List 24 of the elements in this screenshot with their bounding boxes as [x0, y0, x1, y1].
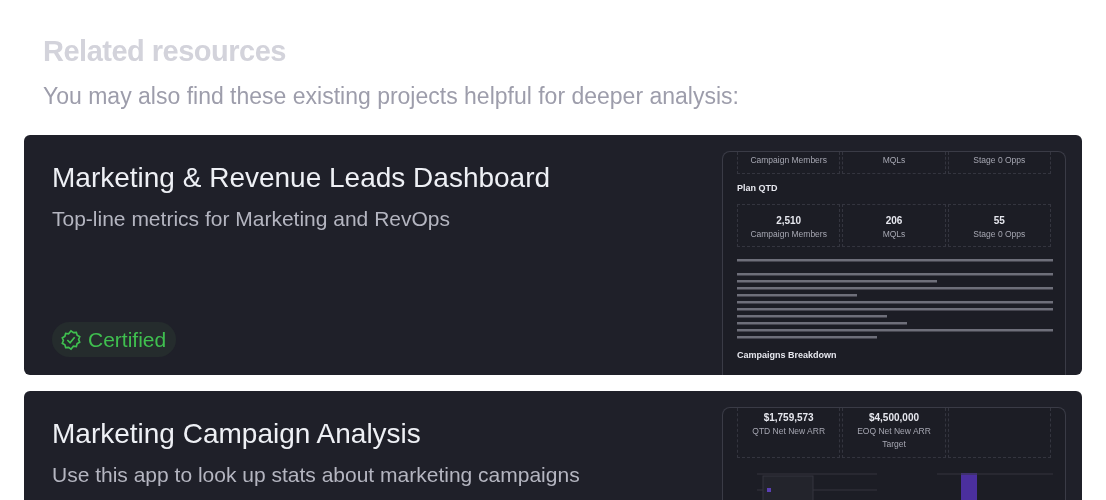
resource-title: Marketing Campaign Analysis [52, 417, 422, 451]
metric-value: $4,500,000 [867, 411, 920, 426]
metric-value: 55 [992, 213, 1006, 228]
metric-value: 2,510 [775, 213, 803, 228]
metric-label: MQLs [881, 154, 907, 168]
resource-description: Top-line metrics for Marketing and RevOps [52, 205, 451, 232]
certified-badge: Certified [52, 321, 177, 358]
resource-title: Marketing & Revenue Leads Dashboard [52, 161, 552, 195]
metric-label: QTD Net New ARR [751, 425, 827, 439]
section-subheading: You may also find these existing projects helpful for deeper analysis: [43, 81, 740, 111]
badge-check-icon [60, 328, 82, 351]
preview-heading: Plan QTD [737, 182, 779, 196]
metric-value: $1,759,573 [762, 411, 815, 426]
metric-label: Campaign Members [749, 227, 828, 241]
resource-description: Use this app to look up stats about marketing campaigns [52, 461, 581, 488]
metric-label: Campaign Members [749, 154, 828, 168]
resource-card[interactable]: Marketing Campaign Analysis Use this app to look up stats about marketing campaigns $1,759,573 QTD Net New ARR $4,500,000 EOQ Net New ARR Target [24, 391, 1082, 500]
metric-label: EOQ Net New ARR Target [856, 425, 932, 451]
resource-card[interactable]: Marketing & Revenue Leads Dashboard Top-line metrics for Marketing and RevOps Certified Campaign Members MQLs Stage 0 Opps Plan QTD 2,510 Campaign Members 206 MQLs 55 Stage 0 Opps Campaigns Breakdown [24, 135, 1082, 376]
metric-label: Stage 0 Opps [972, 154, 1027, 168]
metric-label: Stage 0 Opps [972, 227, 1027, 241]
metric-label: MQLs [881, 227, 907, 241]
preview-heading: Campaigns Breakdown [737, 349, 838, 363]
metric-value: 206 [884, 213, 904, 228]
